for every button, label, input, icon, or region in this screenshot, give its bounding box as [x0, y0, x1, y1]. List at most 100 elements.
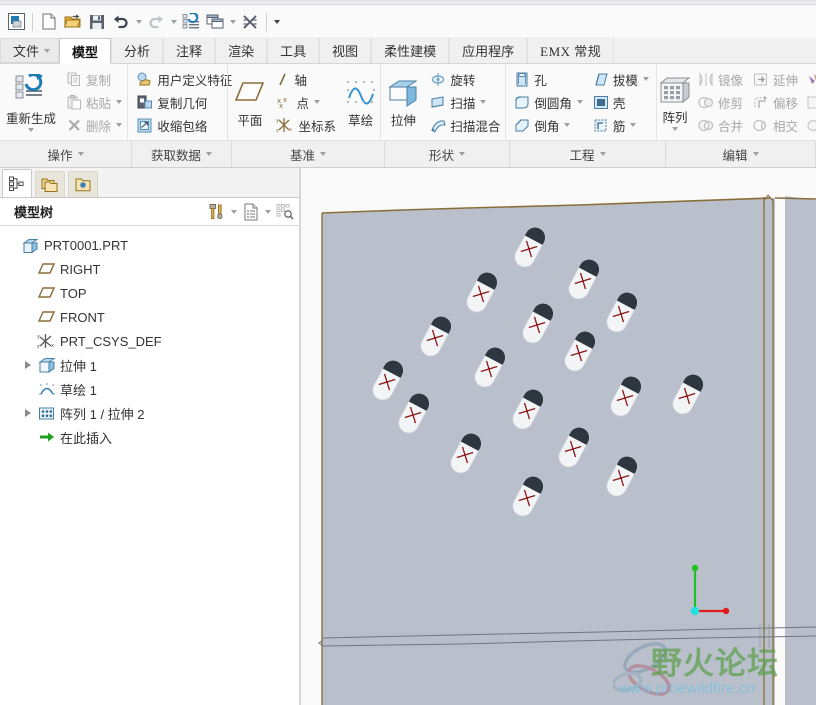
edit-extra-2[interactable]: [803, 91, 816, 114]
intersect-button[interactable]: 相交: [750, 114, 801, 137]
delete-dropdown-icon[interactable]: [116, 123, 123, 127]
mirror-button[interactable]: 镜像: [695, 68, 746, 91]
chamfer-dropdown-icon[interactable]: [564, 123, 571, 127]
expand-arrow-icon[interactable]: [20, 361, 36, 369]
tree-tools-dropdown-icon[interactable]: [228, 201, 240, 223]
save-icon[interactable]: [85, 10, 109, 34]
tab-annotate[interactable]: 注释: [163, 38, 216, 63]
sweep-dropdown-icon[interactable]: [480, 100, 487, 104]
group-datum-footer[interactable]: 基准: [232, 141, 385, 167]
point-button[interactable]: x x x 点: [273, 91, 339, 114]
group-shape-footer-caret-icon[interactable]: [459, 152, 465, 156]
group-datum-footer-caret-icon[interactable]: [320, 152, 326, 156]
tab-analysis[interactable]: 分析: [111, 38, 164, 63]
group-edit-footer-caret-icon[interactable]: [752, 152, 759, 156]
open-folder-icon[interactable]: [61, 10, 85, 34]
axis-button[interactable]: 轴: [273, 68, 339, 91]
graphics-canvas[interactable]: [301, 168, 816, 705]
edit-extra-1[interactable]: [803, 68, 816, 91]
pattern-button[interactable]: 阵列: [657, 64, 693, 140]
tab-model[interactable]: 模型: [59, 38, 112, 64]
tab-applications[interactable]: 应用程序: [449, 38, 528, 63]
tree-item-top[interactable]: TOP: [0, 281, 300, 305]
copy-geometry-button[interactable]: 复制几何: [134, 91, 235, 114]
paste-dropdown-icon[interactable]: [116, 100, 123, 104]
extrude-button[interactable]: 拉伸: [381, 64, 425, 140]
tab-flexible-modeling[interactable]: 柔性建模: [371, 38, 450, 63]
hole-button[interactable]: 孔: [511, 68, 586, 91]
extend-button[interactable]: 延伸: [750, 68, 801, 91]
group-engineering-footer-caret-icon[interactable]: [599, 152, 606, 156]
sweep-button[interactable]: 扫描: [427, 91, 503, 114]
tab-render[interactable]: 渲染: [215, 38, 268, 63]
group-engineering-footer[interactable]: 工程: [510, 141, 666, 167]
group-operations-footer[interactable]: 操作: [0, 141, 132, 167]
plane-button[interactable]: 平面: [228, 64, 271, 140]
shell-button[interactable]: 壳: [590, 91, 652, 114]
tree-columns-icon[interactable]: [240, 201, 262, 223]
tree-item-extrude-1[interactable]: 拉伸 1: [0, 353, 300, 377]
regenerate-dropdown-icon[interactable]: [28, 128, 34, 132]
undo-dropdown-icon[interactable]: [133, 10, 144, 34]
tree-item-front[interactable]: FRONT: [0, 305, 300, 329]
tree-filter-icon[interactable]: [274, 201, 296, 223]
group-get-data-footer-caret-icon[interactable]: [206, 152, 212, 156]
edit-extra-3[interactable]: [803, 114, 816, 137]
undo-icon[interactable]: [109, 10, 133, 34]
draft-button[interactable]: 拔模: [590, 68, 652, 91]
paste-button[interactable]: 粘贴: [64, 91, 125, 114]
group-get-data-footer[interactable]: 获取数据: [132, 141, 232, 167]
offset-button[interactable]: 偏移: [750, 91, 801, 114]
panel-tab-folder-browser[interactable]: [35, 171, 65, 197]
revolve-button[interactable]: 旋转: [427, 68, 503, 91]
udf-button[interactable]: 用户定义特征: [134, 68, 235, 91]
new-file-icon[interactable]: [37, 10, 61, 34]
chamfer-button[interactable]: 倒角: [511, 114, 586, 137]
pattern-dropdown-icon[interactable]: [672, 127, 678, 131]
tree-item-sketch-1[interactable]: 草绘 1: [0, 377, 300, 401]
tree-item-part[interactable]: PRT0001.PRT: [0, 233, 300, 257]
trim-button[interactable]: 修剪: [695, 91, 746, 114]
close-window-icon[interactable]: [238, 10, 262, 34]
model-tree: PRT0001.PRT RIGHT TOP FRONT y z x PRT_CSYS_DEF 拉…: [0, 226, 300, 696]
merge-button[interactable]: 合并: [695, 114, 746, 137]
window-switch-dropdown-icon[interactable]: [227, 10, 238, 34]
regenerate-icon[interactable]: [179, 10, 203, 34]
redo-icon[interactable]: [144, 10, 168, 34]
sketch-button[interactable]: 草绘: [341, 64, 380, 140]
round-dropdown-icon[interactable]: [576, 100, 583, 104]
app-menu-icon[interactable]: [4, 10, 28, 34]
panel-tab-favorites[interactable]: [68, 171, 98, 197]
draft-dropdown-icon[interactable]: [642, 77, 649, 81]
regenerate-button[interactable]: 重新生成: [0, 64, 62, 140]
tree-item-right[interactable]: RIGHT: [0, 257, 300, 281]
point-dropdown-icon[interactable]: [313, 100, 320, 104]
settings-hammer-icon[interactable]: [206, 201, 228, 223]
expand-arrow-icon[interactable]: [20, 409, 36, 417]
shrinkwrap-button[interactable]: 收缩包络: [134, 114, 235, 137]
tab-tools[interactable]: 工具: [267, 38, 320, 63]
panel-tab-model-tree[interactable]: [2, 169, 32, 197]
rib-button[interactable]: 筋: [590, 114, 652, 137]
tree-item-insert-here[interactable]: 在此插入: [0, 425, 300, 449]
tree-item-pattern-1[interactable]: 阵列 1 / 拉伸 2: [0, 401, 300, 425]
tree-item-csys[interactable]: y z x PRT_CSYS_DEF: [0, 329, 300, 353]
tab-emx-general[interactable]: EMX 常规: [527, 38, 615, 63]
window-switch-icon[interactable]: [203, 10, 227, 34]
rib-dropdown-icon[interactable]: [630, 123, 637, 127]
extrude-icon: [388, 80, 419, 107]
group-shape-footer[interactable]: 形状: [385, 141, 510, 167]
tab-file[interactable]: 文件: [0, 38, 60, 63]
group-edit-footer[interactable]: 编辑: [666, 141, 816, 167]
round-button[interactable]: 倒圆角: [511, 91, 586, 114]
copy-button[interactable]: 复制: [64, 68, 125, 91]
csys-button[interactable]: y z x 坐标系: [273, 114, 339, 137]
swept-blend-button[interactable]: 扫描混合: [427, 114, 503, 137]
customize-qat-icon[interactable]: [271, 10, 282, 34]
graphics-viewport[interactable]: 野火论坛 www.proewildfire.cn: [301, 168, 816, 705]
tree-columns-dropdown-icon[interactable]: [262, 201, 274, 223]
group-operations-footer-caret-icon[interactable]: [77, 152, 84, 156]
redo-dropdown-icon[interactable]: [168, 10, 179, 34]
tab-view[interactable]: 视图: [319, 38, 372, 63]
delete-button[interactable]: 删除: [64, 114, 125, 137]
